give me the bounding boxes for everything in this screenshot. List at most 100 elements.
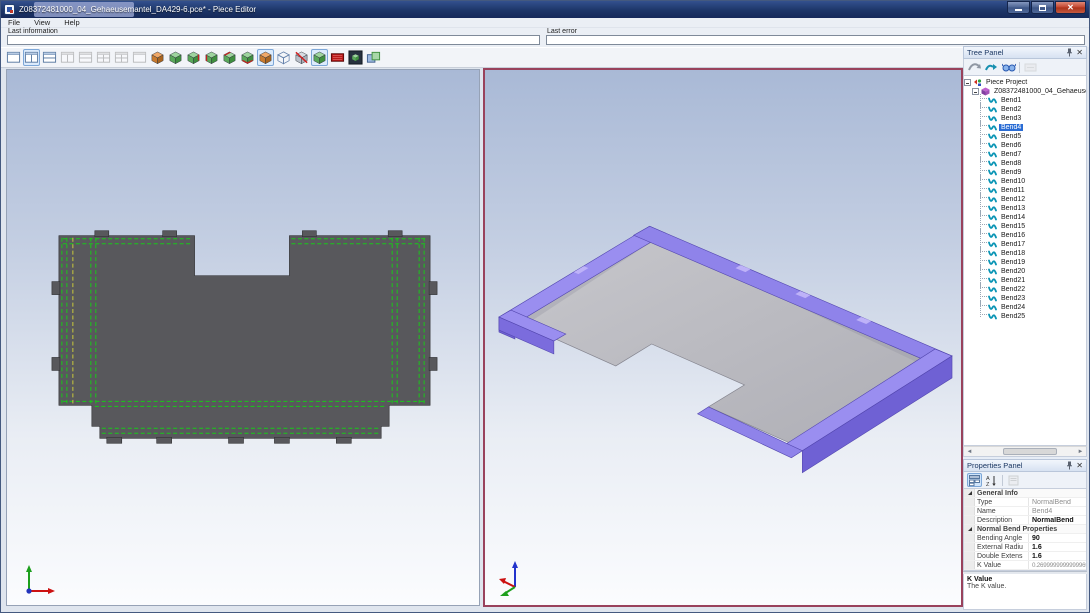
flat-pattern-drawing[interactable] [7,70,479,605]
toolbar-button-view-split-horizontal[interactable] [41,49,58,66]
categorized-view-button[interactable] [967,473,982,487]
tree-item-label: Bend17 [999,241,1027,248]
prop-label: Description [975,516,1029,524]
last-error-field[interactable] [546,35,1085,45]
tree-panel-header: Tree Panel ✕ [963,46,1087,59]
view-glasses-button[interactable] [1001,60,1016,74]
prop-value[interactable]: Bend4 [1029,508,1086,515]
toolbar-button-show-solid-current[interactable] [257,49,274,66]
prop-row-external-radiu[interactable]: External Radiu 1.6 [964,543,1086,552]
alphabetical-view-icon: AZ [986,475,997,486]
tree-connector [980,256,987,261]
tree-item-piece-project[interactable]: Piece Project [964,78,1086,87]
toolbar-button-view-split-vertical[interactable] [23,49,40,66]
scroll-right-arrow-icon[interactable]: ► [1075,447,1086,456]
tree-connector [980,220,987,225]
last-information-field[interactable] [7,35,540,45]
close-button[interactable]: ✕ [1055,1,1086,14]
tree-item-bend25[interactable]: Bend25 [964,312,1086,321]
unfold-tool-button[interactable] [967,60,982,74]
prop-category-general-info[interactable]: General Info [964,489,1086,498]
toolbar-button-material-view[interactable] [329,49,346,66]
tree-item-label: Bend11 [999,187,1027,194]
extra-tool-button[interactable] [1023,60,1038,74]
maximize-button[interactable] [1031,1,1054,14]
menu-item-help[interactable]: Help [57,18,86,27]
menu-item-file[interactable]: File [1,18,27,27]
properties-close-icon[interactable]: ✕ [1076,462,1083,470]
prop-label: Double Extens [975,552,1029,560]
tree-connector [980,121,987,126]
row-gutter [964,552,975,560]
prop-row-type[interactable]: Type NormalBend [964,498,1086,507]
toolbar-button-dark-preview[interactable] [347,49,364,66]
toolbar-button-show-bend-zone-top[interactable] [221,49,238,66]
toolbar-button-view-layout-4[interactable] [59,49,76,66]
axis-triad-3d [499,557,533,597]
toolbar-button-show-shaded[interactable] [311,49,328,66]
property-pages-button[interactable] [1006,473,1021,487]
toolbar-button-show-solid-orange[interactable] [149,49,166,66]
tree-item-label: Bend3 [999,115,1023,122]
minimize-button[interactable] [1007,1,1030,14]
toolbar-button-show-bend-zone-bottom[interactable] [239,49,256,66]
prop-value[interactable]: NormalBend [1029,517,1086,524]
viewport-3d-folded[interactable] [483,68,963,607]
tree-horizontal-scrollbar[interactable]: ◄ ► [963,446,1087,457]
project-tree: Piece Project Z08372481000_04_Gehaeusema… [963,76,1087,446]
bend-icon [988,295,997,302]
scroll-left-arrow-icon[interactable]: ◄ [964,447,975,456]
toolbar-button-view-layout-8[interactable] [131,49,148,66]
win-quad-icon [114,50,129,65]
prop-row-k-value[interactable]: K Value 0.26999999999999691 [964,561,1086,570]
category-collapse-icon[interactable] [964,525,975,533]
bend-icon [988,142,997,149]
tree-item-label: Bend4 [999,124,1023,131]
folded-part-drawing[interactable] [485,70,961,605]
menu-item-view[interactable]: View [27,18,57,27]
tree-panel: Tree Panel ✕ Piece Project Z08372481000_… [963,46,1087,457]
toolbar-button-hide-solid[interactable] [293,49,310,66]
prop-value[interactable]: NormalBend [1029,499,1086,506]
flat-pattern-sheet[interactable] [59,236,430,439]
compare-icon [366,50,381,65]
bend-tool-button[interactable] [984,60,999,74]
prop-value[interactable]: 0.26999999999999691 [1029,562,1086,569]
toolbar-button-show-solid-green[interactable] [167,49,184,66]
toolbar-button-show-wireframe[interactable] [275,49,292,66]
toolbar-button-view-layout-6[interactable] [95,49,112,66]
prop-value[interactable]: 90 [1029,535,1086,542]
toolbar-button-view-layout-7[interactable] [113,49,130,66]
prop-value[interactable]: 1.6 [1029,553,1086,560]
toolbar-button-view-single[interactable] [5,49,22,66]
bend-icon [988,313,997,320]
prop-row-name[interactable]: Name Bend4 [964,507,1086,516]
category-collapse-icon[interactable] [964,489,975,497]
tree-connector [980,112,987,117]
toolbar-button-show-bend-zone-right[interactable] [185,49,202,66]
title-bar: Z08372481000_04_Gehaeusemantel_DA429-6.p… [1,1,1089,18]
tree-connector [980,130,987,135]
alphabetical-view-button[interactable]: AZ [984,473,999,487]
toolbar-button-show-bend-zone-left[interactable] [203,49,220,66]
prop-row-bending-angle[interactable]: Bending Angle 90 [964,534,1086,543]
toolbar-button-view-layout-5[interactable] [77,49,94,66]
last-error-label: Last error [547,28,1085,35]
tree-connector [980,103,987,108]
prop-category-normal-bend-properties[interactable]: Normal Bend Properties [964,525,1086,534]
collapse-icon[interactable] [964,79,971,86]
viewport-flat-pattern[interactable] [6,69,480,606]
toolbar-button-compare-views[interactable] [365,49,382,66]
properties-pin-icon[interactable] [1066,461,1073,470]
properties-panel-title: Properties Panel [967,461,1063,470]
scrollbar-thumb[interactable] [1003,448,1057,455]
tree-pin-icon[interactable] [1066,48,1073,57]
prop-row-description[interactable]: Description NormalBend [964,516,1086,525]
tree-connector [980,283,987,288]
tree-connector [980,292,987,297]
tree-close-icon[interactable]: ✕ [1076,49,1083,57]
collapse-icon[interactable] [972,88,979,95]
prop-row-double-extens[interactable]: Double Extens 1.6 [964,552,1086,561]
prop-value[interactable]: 1.6 [1029,544,1086,551]
win-single-icon [132,50,147,65]
